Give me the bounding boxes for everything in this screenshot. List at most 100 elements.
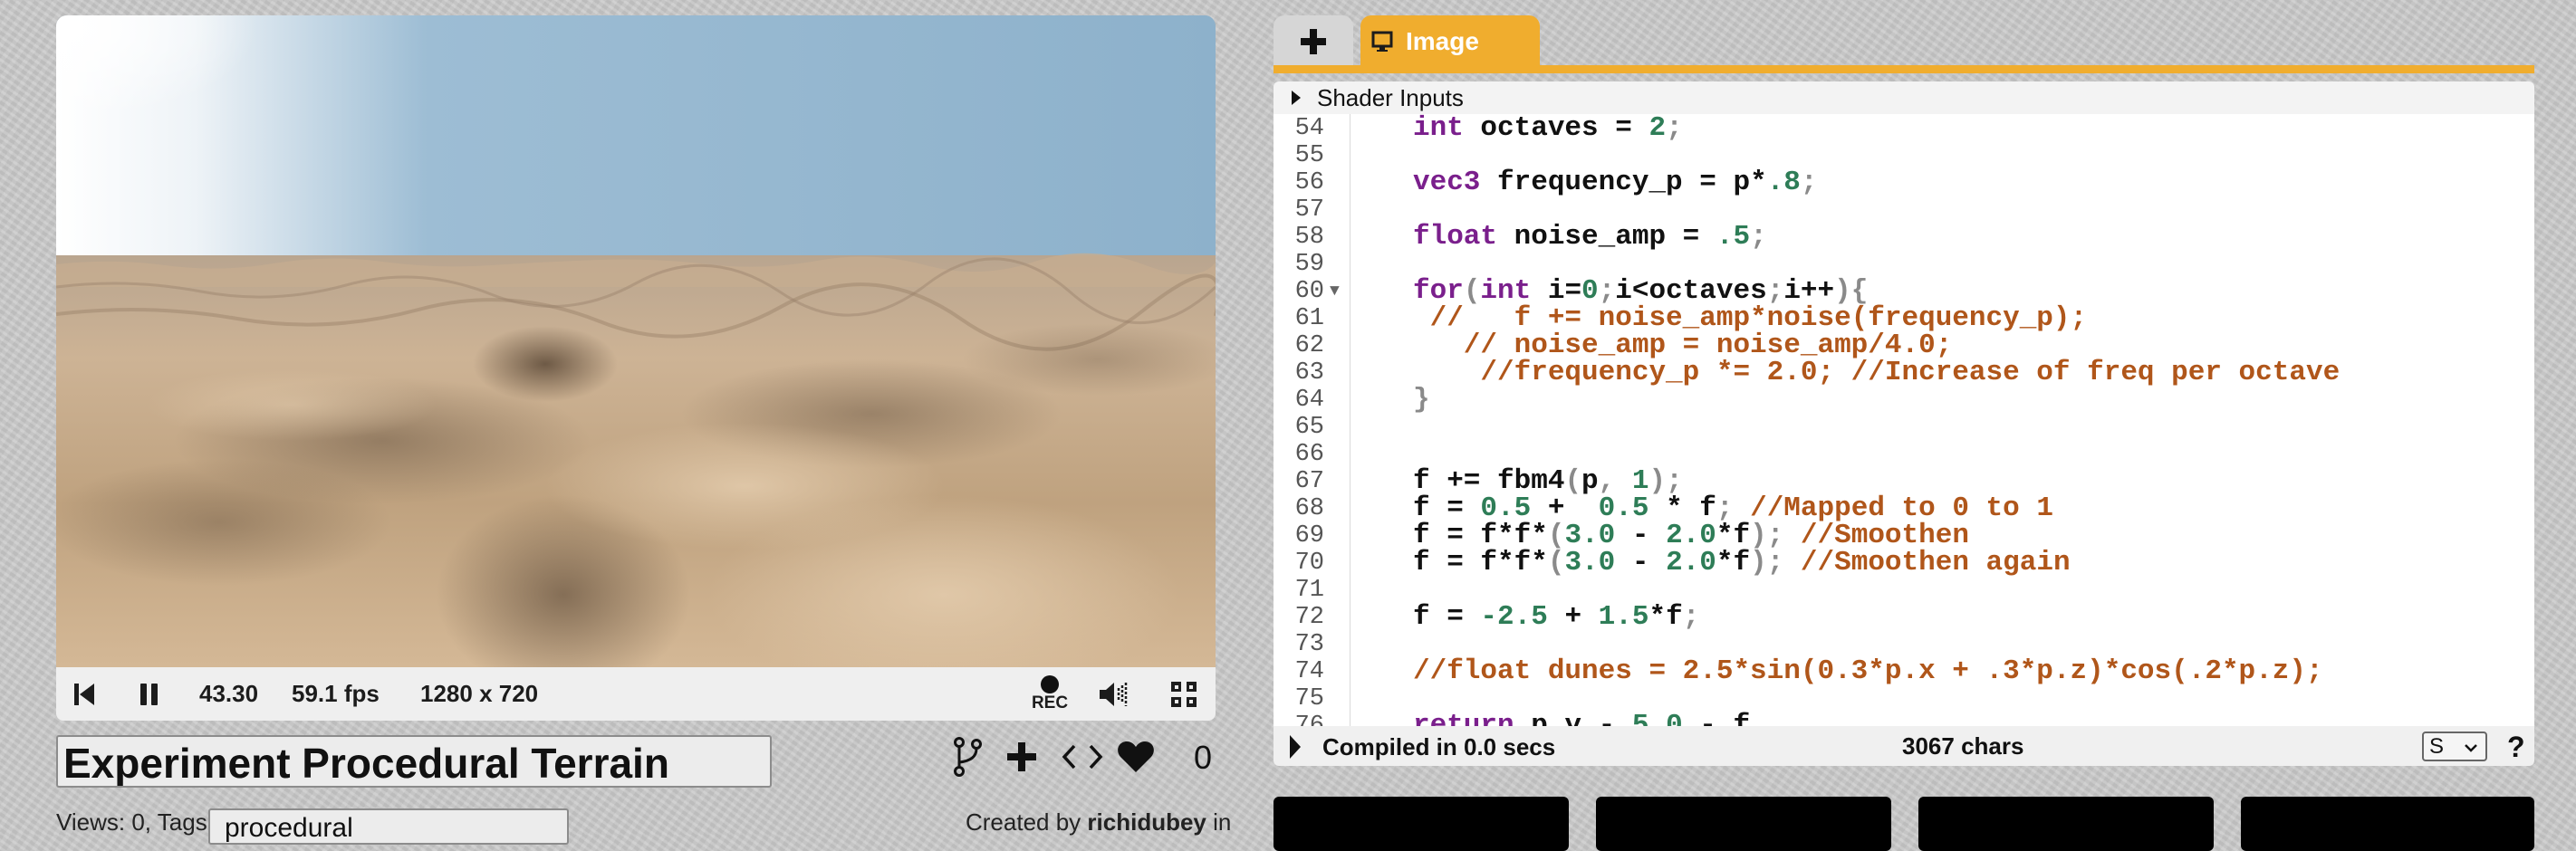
code-token: int bbox=[1413, 114, 1464, 144]
code-line: 67 f += fbm4(p, 1); bbox=[1274, 467, 2534, 495]
shader-title-field[interactable]: Experiment Procedural Terrain bbox=[56, 735, 772, 788]
code-token: -2.5 bbox=[1480, 601, 1548, 633]
font-size-value: S bbox=[2429, 734, 2445, 759]
code-token: noise_amp = bbox=[1497, 221, 1716, 253]
time-readout: 43.30 bbox=[199, 680, 259, 707]
code-text: f = f*f*(3.0 - 2.0*f); //Smoothen bbox=[1413, 521, 1969, 550]
compile-button[interactable] bbox=[1288, 733, 1302, 760]
code-token: *f bbox=[1648, 601, 1683, 633]
tab-image[interactable]: Image bbox=[1360, 15, 1540, 67]
code-line: 76 return p.y - 5.0 - f bbox=[1274, 712, 2534, 726]
caret-right-icon bbox=[1292, 91, 1301, 105]
line-number: 70 bbox=[1294, 550, 1324, 577]
code-text: return p.y - 5.0 - f bbox=[1413, 712, 1750, 726]
code-token: vec3 bbox=[1413, 167, 1481, 198]
rewind-button[interactable] bbox=[69, 667, 100, 721]
code-line: 65 bbox=[1274, 414, 2534, 441]
player-controls: 43.30 59.1 fps 1280 x 720 REC bbox=[56, 667, 1216, 721]
code-token: //float dunes = 2.5*sin(0.3*p.x + .3*p.z… bbox=[1413, 655, 2323, 687]
record-button[interactable]: REC bbox=[1029, 667, 1071, 721]
code-text: f = -2.5 + 1.5*f; bbox=[1413, 601, 1699, 633]
fork-button[interactable] bbox=[949, 730, 985, 784]
volume-button[interactable] bbox=[1098, 667, 1134, 721]
code-token: p.y - bbox=[1514, 710, 1632, 726]
chevron-down-icon bbox=[2465, 744, 2477, 752]
code-token: ( bbox=[1547, 547, 1565, 578]
input-channel-2[interactable] bbox=[1918, 797, 2214, 851]
code-line: 75 bbox=[1274, 685, 2534, 712]
help-button[interactable]: ? bbox=[2507, 726, 2525, 768]
line-number: 72 bbox=[1294, 604, 1324, 631]
code-line: 73 bbox=[1274, 631, 2534, 658]
code-token: 3.0 bbox=[1564, 547, 1616, 578]
code-text: // f += noise_amp*noise(frequency_p); bbox=[1413, 304, 2088, 332]
code-text: // noise_amp = noise_amp/4.0; bbox=[1413, 331, 1953, 359]
code-text: vec3 frequency_p = p*.8; bbox=[1413, 167, 1818, 198]
line-number: 73 bbox=[1294, 631, 1324, 658]
fullscreen-button[interactable] bbox=[1168, 667, 1199, 721]
pause-button[interactable] bbox=[134, 667, 165, 721]
shader-inputs-toggle[interactable]: Shader Inputs bbox=[1274, 81, 2534, 114]
code-token: *f bbox=[1716, 547, 1751, 578]
fork-icon bbox=[954, 737, 982, 777]
likes-count: 0 bbox=[1194, 739, 1213, 776]
author-link[interactable]: richidubey bbox=[1087, 808, 1206, 836]
skip-back-icon bbox=[74, 683, 94, 705]
plus-icon bbox=[1007, 742, 1036, 771]
code-token: 5.0 bbox=[1631, 710, 1683, 726]
like-button[interactable] bbox=[1116, 730, 1156, 784]
code-token: ; bbox=[1750, 221, 1767, 253]
code-token: frequency_p = p* bbox=[1480, 167, 1767, 198]
line-number: 76 bbox=[1294, 712, 1324, 726]
code-line: 56 vec3 frequency_p = p*.8; bbox=[1274, 167, 2534, 198]
code-line: 62 // noise_amp = noise_amp/4.0; bbox=[1274, 331, 2534, 359]
line-number: 65 bbox=[1294, 414, 1324, 441]
input-channel-3[interactable] bbox=[2241, 797, 2534, 851]
code-line: 57 bbox=[1274, 196, 2534, 224]
code-brackets-icon bbox=[1062, 744, 1103, 770]
line-number: 68 bbox=[1294, 495, 1324, 522]
line-number: 57 bbox=[1294, 196, 1324, 224]
line-number: 61 bbox=[1294, 305, 1324, 332]
record-icon bbox=[1041, 675, 1059, 693]
input-channel-0[interactable] bbox=[1274, 797, 1569, 851]
compile-status: Compiled in 0.0 secs bbox=[1322, 733, 1556, 760]
line-number: 75 bbox=[1294, 685, 1324, 712]
code-token: f = bbox=[1413, 601, 1481, 633]
speaker-icon bbox=[1100, 682, 1128, 706]
record-label: REC bbox=[1031, 693, 1069, 712]
line-number: 60 bbox=[1294, 278, 1324, 305]
code-token: f = f*f* bbox=[1413, 547, 1548, 578]
code-token: float bbox=[1413, 221, 1498, 253]
font-size-select[interactable]: S bbox=[2422, 731, 2487, 761]
line-number: 69 bbox=[1294, 522, 1324, 550]
pause-icon bbox=[140, 683, 158, 705]
views-tags-label: Views: 0, Tags: bbox=[56, 808, 214, 836]
add-tab-button[interactable] bbox=[1274, 15, 1353, 67]
fold-toggle-icon[interactable]: ▼ bbox=[1330, 278, 1340, 305]
code-line: 58 float noise_amp = .5; bbox=[1274, 221, 2534, 253]
created-by: Created by richidubey in bbox=[966, 808, 1231, 837]
code-line: 54 int octaves = 2; bbox=[1274, 114, 2534, 144]
heart-icon bbox=[1118, 741, 1154, 772]
code-text: int octaves = 2; bbox=[1413, 114, 1683, 144]
code-line: 64} bbox=[1274, 386, 2534, 414]
tab-underline bbox=[1274, 65, 2534, 73]
tags-field[interactable]: procedural bbox=[208, 808, 569, 845]
code-line: 68 f = 0.5 + 0.5 * f; //Mapped to 0 to 1 bbox=[1274, 494, 2534, 522]
code-token: 2 bbox=[1648, 114, 1667, 144]
code-editor[interactable]: 54 int octaves = 2; 55 56 vec3 frequency_p =… bbox=[1274, 114, 2534, 726]
shader-viewer: 43.30 59.1 fps 1280 x 720 REC bbox=[56, 15, 1216, 721]
code-text: f += fbm4(p, 1); bbox=[1413, 467, 1683, 495]
line-number: 55 bbox=[1294, 142, 1324, 169]
fullscreen-icon bbox=[1171, 681, 1197, 707]
embed-button[interactable] bbox=[1060, 730, 1105, 784]
shader-canvas[interactable] bbox=[56, 15, 1216, 667]
add-to-playlist-button[interactable] bbox=[1004, 730, 1040, 784]
code-token: - bbox=[1615, 547, 1667, 578]
code-token: .5 bbox=[1716, 221, 1751, 253]
char-count: 3067 chars bbox=[1902, 732, 2024, 760]
line-number: 54 bbox=[1294, 115, 1324, 142]
input-channel-1[interactable] bbox=[1596, 797, 1891, 851]
code-token: //frequency_p *= 2.0; //Increase of freq… bbox=[1413, 357, 2341, 388]
